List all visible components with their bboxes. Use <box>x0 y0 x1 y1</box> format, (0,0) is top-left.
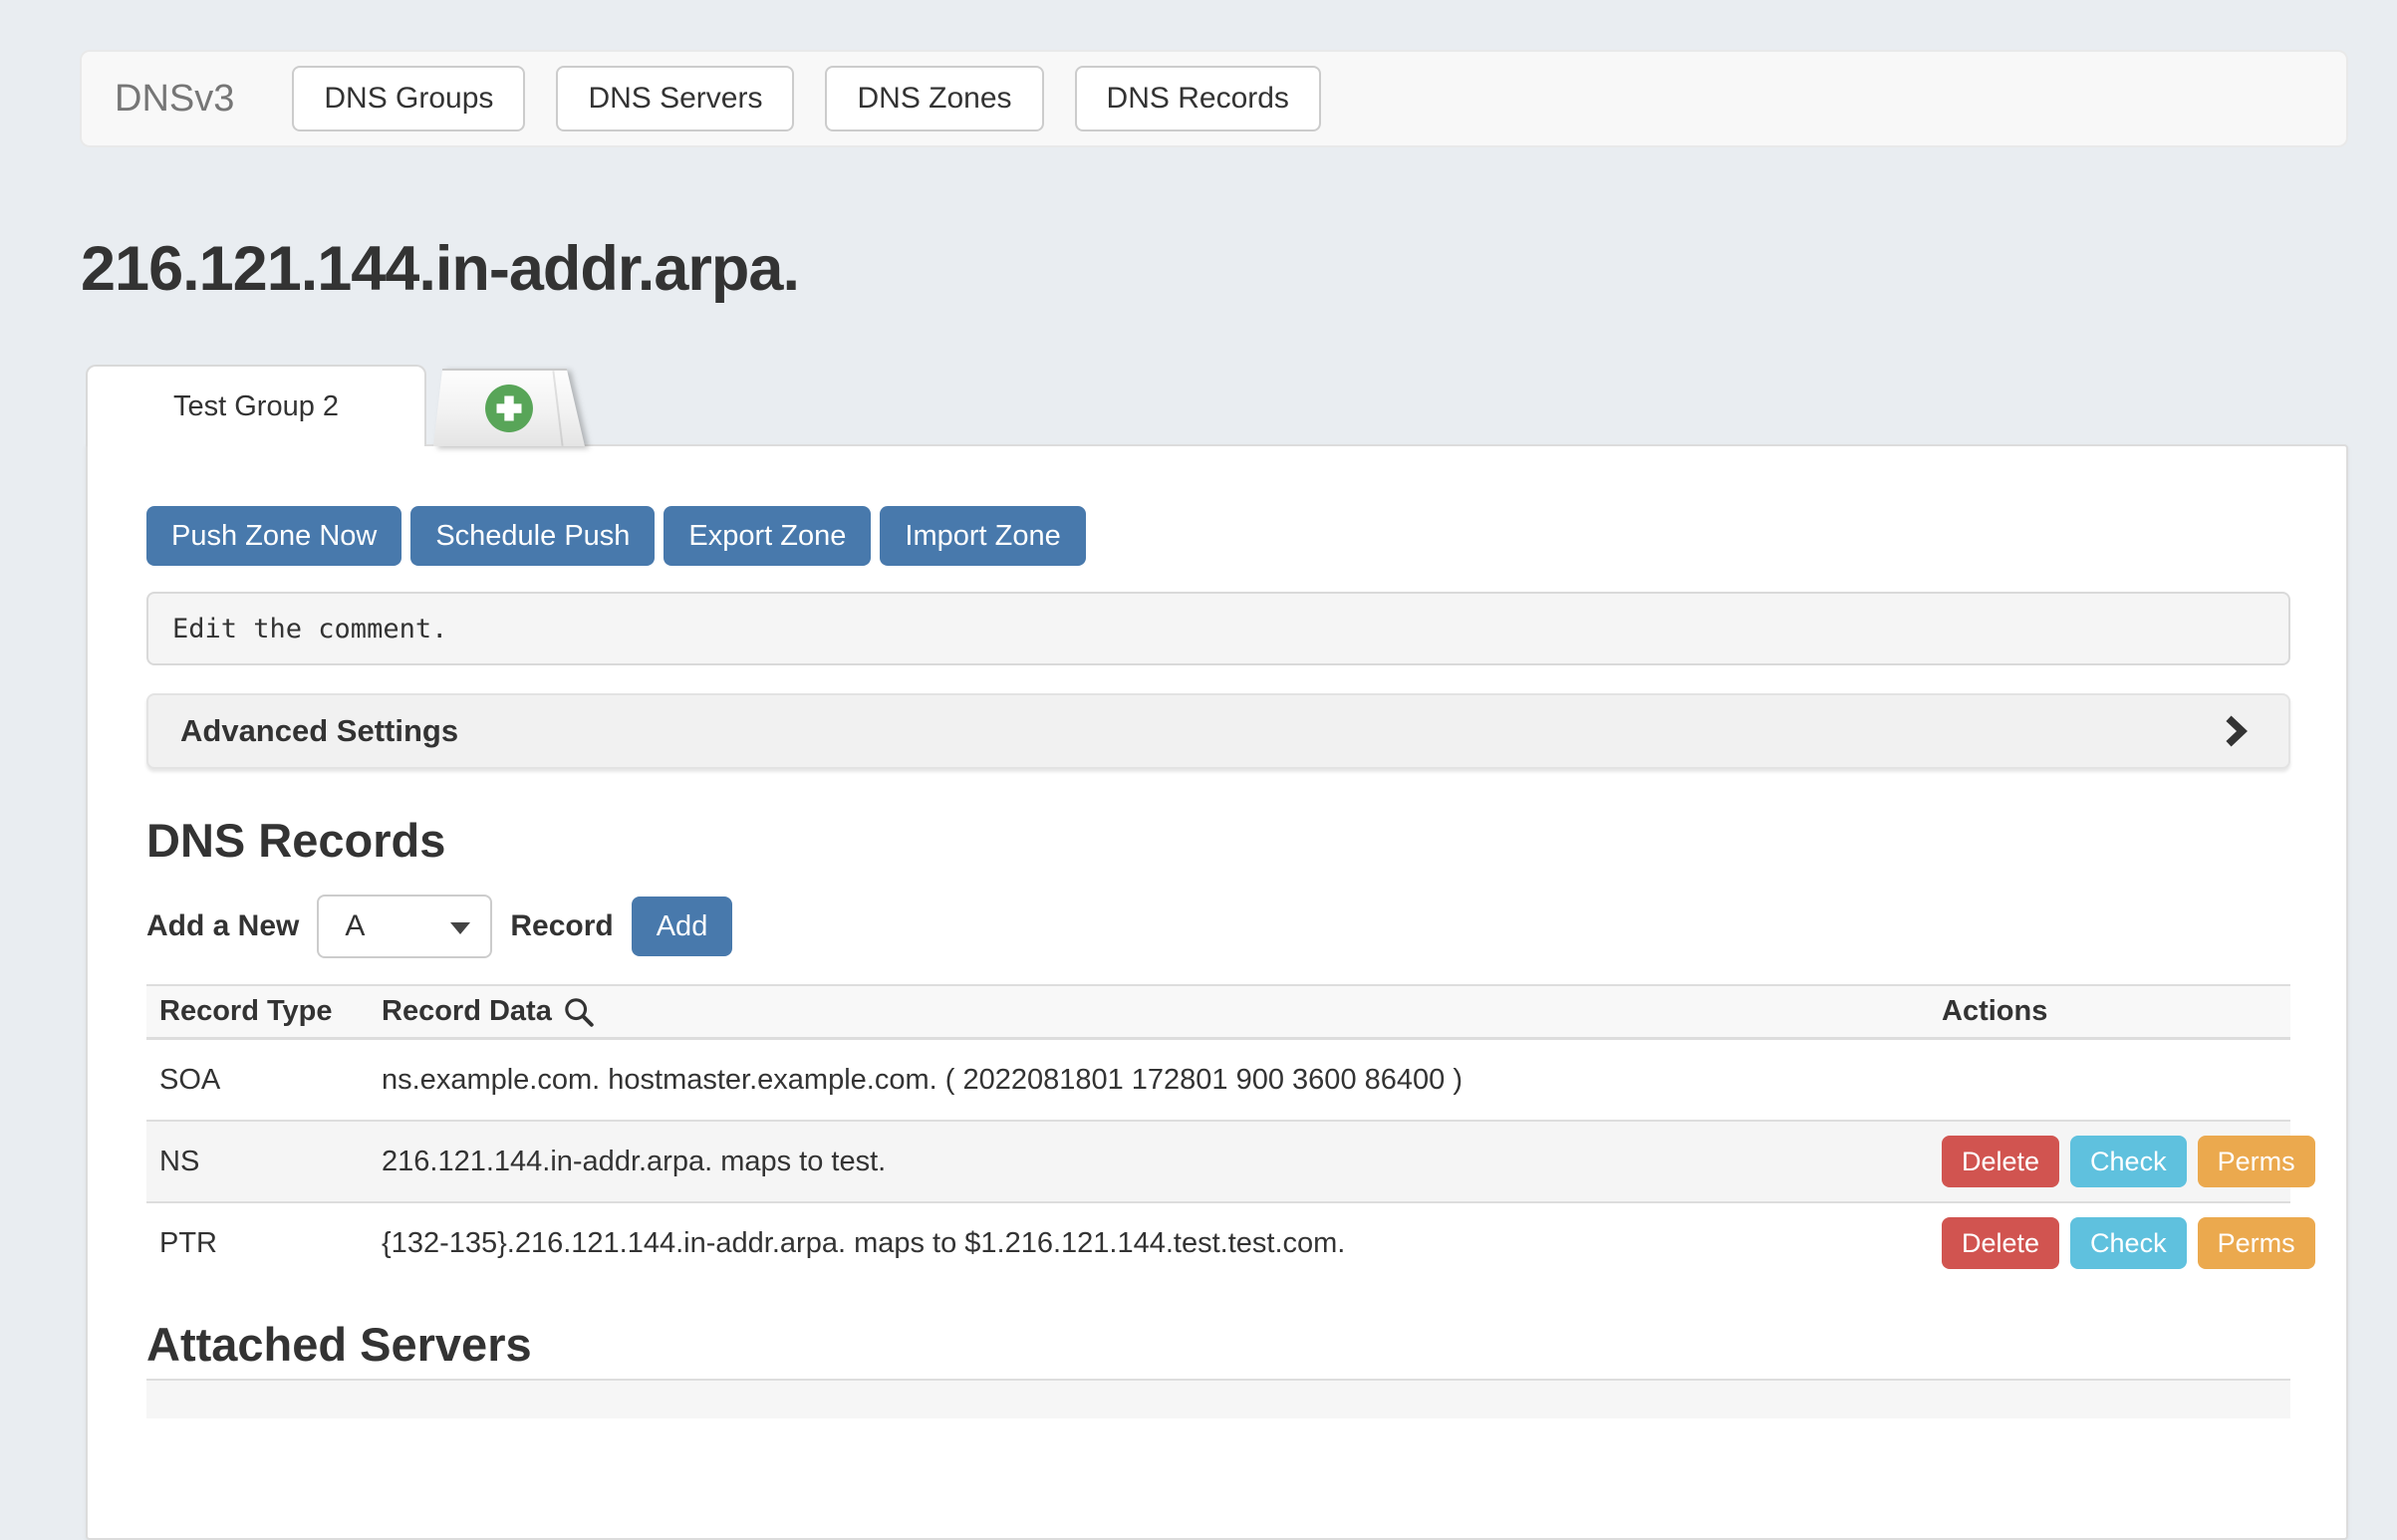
nav-button-dns-servers[interactable]: DNS Servers <box>556 66 794 131</box>
add-new-label: Add a New <box>146 909 299 943</box>
schedule-push-button[interactable]: Schedule Push <box>410 506 655 566</box>
record-data-cell: 216.121.144.in-addr.arpa. maps to test. <box>382 1146 1942 1178</box>
app-brand: DNSv3 <box>115 78 234 121</box>
record-data-cell: {132-135}.216.121.144.in-addr.arpa. maps… <box>382 1227 1942 1260</box>
delete-record-button[interactable]: Delete <box>1942 1136 2059 1187</box>
advanced-settings-label: Advanced Settings <box>180 713 458 749</box>
import-zone-button[interactable]: Import Zone <box>880 506 1085 566</box>
add-record-button[interactable]: Add <box>632 897 733 956</box>
record-type-cell: PTR <box>146 1227 382 1260</box>
group-tabs: Test Group 2 <box>86 365 585 446</box>
header-record-data-label: Record Data <box>382 995 552 1028</box>
dns-records-heading: DNS Records <box>146 813 2290 869</box>
record-type-select[interactable]: A <box>317 895 492 958</box>
header-record-type: Record Type <box>146 995 382 1028</box>
attached-servers-heading: Attached Servers <box>146 1321 2290 1369</box>
zone-actions: Push Zone Now Schedule Push Export Zone … <box>146 506 2290 566</box>
record-label: Record <box>510 909 613 943</box>
dns-records-table: Record Type Record Data Actions SOA ns.e… <box>146 984 2290 1283</box>
select-caret-icon <box>450 922 470 934</box>
chevron-right-icon <box>2217 713 2253 749</box>
record-actions-cell: Delete Check Perms <box>1942 1217 2290 1269</box>
perms-record-button[interactable]: Perms <box>2198 1217 2315 1269</box>
tab-fold-line <box>552 371 563 446</box>
export-zone-button[interactable]: Export Zone <box>664 506 871 566</box>
check-record-button[interactable]: Check <box>2070 1217 2187 1269</box>
page-title: 216.121.144.in-addr.arpa. <box>81 233 799 305</box>
header-actions: Actions <box>1942 995 2290 1028</box>
nav-button-dns-groups[interactable]: DNS Groups <box>292 66 525 131</box>
record-data-cell: ns.example.com. hostmaster.example.com. … <box>382 1064 1942 1097</box>
perms-record-button[interactable]: Perms <box>2198 1136 2315 1187</box>
group-panel: Push Zone Now Schedule Push Export Zone … <box>86 444 2348 1540</box>
add-record-row: Add a New A Record Add <box>146 895 2290 958</box>
attached-servers-table-header <box>146 1379 2290 1418</box>
tab-test-group-2[interactable]: Test Group 2 <box>86 365 426 446</box>
add-group-tab[interactable] <box>433 369 585 446</box>
tab-label: Test Group 2 <box>173 390 339 423</box>
record-actions-cell: Delete Check Perms <box>1942 1136 2290 1187</box>
push-zone-now-button[interactable]: Push Zone Now <box>146 506 401 566</box>
nav-button-dns-zones[interactable]: DNS Zones <box>825 66 1043 131</box>
record-type-cell: NS <box>146 1146 382 1178</box>
record-type-cell: SOA <box>146 1064 382 1097</box>
nav-button-dns-records[interactable]: DNS Records <box>1075 66 1321 131</box>
check-record-button[interactable]: Check <box>2070 1136 2187 1187</box>
add-tab-wrap <box>433 369 585 446</box>
table-row-soa: SOA ns.example.com. hostmaster.example.c… <box>146 1038 2290 1120</box>
top-navbar: DNSv3 DNS Groups DNS Servers DNS Zones D… <box>80 50 2348 147</box>
delete-record-button[interactable]: Delete <box>1942 1217 2059 1269</box>
record-type-selected-value: A <box>345 909 365 943</box>
table-row-ns: NS 216.121.144.in-addr.arpa. maps to tes… <box>146 1120 2290 1201</box>
header-record-data: Record Data <box>382 995 1942 1029</box>
table-header-row: Record Type Record Data Actions <box>146 984 2290 1038</box>
add-plus-icon <box>484 384 534 433</box>
zone-comment-field[interactable]: Edit the comment. <box>146 592 2290 665</box>
advanced-settings-toggle[interactable]: Advanced Settings <box>146 693 2290 769</box>
table-row-ptr: PTR {132-135}.216.121.144.in-addr.arpa. … <box>146 1201 2290 1283</box>
search-icon[interactable] <box>562 995 596 1029</box>
